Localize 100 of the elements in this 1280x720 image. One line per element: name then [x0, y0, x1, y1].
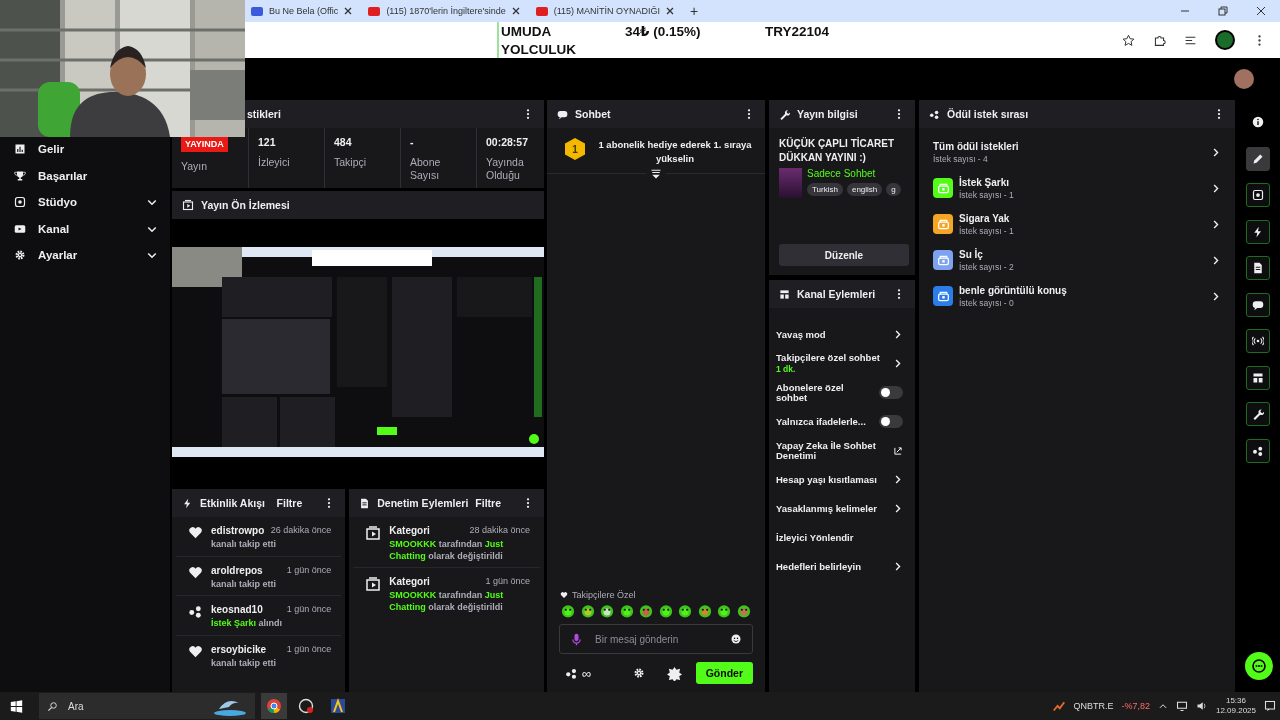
emote-icon[interactable] — [639, 604, 653, 618]
panel-title: Denetim Eylemleri — [377, 497, 469, 509]
rail-button[interactable] — [1245, 146, 1270, 171]
reward-row[interactable]: Sigara Yak İstek sayısı - 1 — [933, 208, 1221, 240]
event-text: SMOOKKK tarafından Just Chatting olarak değiştirildi — [389, 539, 505, 563]
sidebar-item[interactable]: Gelir — [0, 136, 170, 163]
filter-button[interactable]: Filtre — [276, 497, 303, 509]
search-field[interactable]: Ara — [39, 693, 255, 719]
ticker-name: UMUDA — [501, 23, 553, 39]
rail-button[interactable] — [1245, 292, 1270, 317]
emote-icon[interactable] — [678, 604, 692, 618]
notification-icon[interactable] — [1264, 700, 1276, 712]
windows-icon — [10, 699, 23, 713]
bolt-icon — [182, 497, 193, 509]
request-count: İstek sayısı - 1 — [959, 225, 1015, 236]
toggle-switch[interactable] — [879, 386, 903, 399]
action-item[interactable]: Takipçilere özel sohbet 1 dk. — [776, 349, 903, 378]
toggle-switch[interactable] — [879, 415, 903, 428]
rail-button[interactable] — [1245, 219, 1270, 244]
event-time: 28 dakika önce — [469, 525, 530, 536]
rail-button[interactable] — [1245, 183, 1270, 207]
reward-row[interactable]: İstek Şarkı İstek sayısı - 1 — [933, 172, 1221, 204]
emote-icon[interactable] — [736, 604, 751, 618]
rail-button[interactable] — [1245, 402, 1270, 426]
new-tab-button[interactable]: + — [684, 3, 705, 19]
network-icon[interactable] — [1175, 700, 1188, 712]
username[interactable]: aroldrepos — [211, 564, 263, 576]
sidebar-item[interactable]: Ayarlar — [0, 242, 170, 269]
info-icon — [1251, 116, 1264, 128]
event-text: kanalı takip etti — [211, 658, 278, 670]
stat-value: 121 — [258, 136, 277, 148]
emote-icon[interactable] — [561, 604, 575, 618]
nodes-icon — [565, 666, 578, 680]
tag-chip[interactable]: g — [886, 183, 901, 196]
emote-section-label: Takipçilere Özel — [572, 590, 636, 600]
rail-button[interactable] — [1245, 256, 1270, 280]
action-item[interactable]: Abonelere özel sohbet — [776, 378, 903, 407]
close-icon[interactable] — [511, 7, 520, 15]
profile-avatar[interactable] — [1215, 30, 1235, 50]
stat-label: Abone Sayısı — [410, 156, 442, 183]
browser-icon[interactable] — [261, 693, 287, 719]
browser-tab[interactable]: Bu Ne Bela (Offic — [245, 1, 359, 21]
username[interactable]: edistrowpo — [211, 525, 265, 536]
restore-icon[interactable] — [1218, 6, 1228, 16]
rail-button[interactable] — [1245, 438, 1270, 463]
stat-label: Yayında Olduğu — [486, 156, 525, 183]
action-item[interactable]: Hedefleri belirleyin — [776, 552, 903, 581]
sidebar-item[interactable]: Başarılar — [0, 162, 170, 189]
close-icon[interactable] — [344, 7, 353, 15]
filter-button[interactable]: Filtre — [475, 497, 501, 509]
chat-button[interactable] — [1245, 652, 1273, 680]
chat-icon — [1251, 298, 1264, 311]
username[interactable]: keosnad10 — [211, 604, 263, 616]
rail-button[interactable] — [1245, 329, 1270, 353]
sidebar-item[interactable]: Stüdyo — [0, 189, 170, 216]
microphone-icon — [570, 632, 583, 646]
reward-row[interactable]: Su İç İstek sayısı - 2 — [933, 244, 1221, 276]
tag-chip[interactable]: english — [846, 183, 883, 196]
reward-row[interactable]: benle görüntülü konuş İstek sayısı - 0 — [933, 280, 1221, 312]
action-item[interactable]: Yasaklanmış kelimeler — [776, 494, 903, 523]
action-item[interactable]: İzleyici Yönlendir — [776, 523, 903, 552]
close-icon[interactable] — [666, 7, 675, 15]
message-field[interactable]: Bir mesaj gönderin — [559, 624, 753, 654]
emote-icon[interactable] — [580, 604, 595, 618]
chat-icon — [1251, 658, 1267, 674]
heart-icon — [188, 525, 203, 540]
layout-icon — [779, 288, 790, 300]
emote-icon[interactable] — [619, 604, 634, 618]
username[interactable]: ersoybicike — [211, 644, 267, 656]
action-item[interactable]: Yalnızca ifadelerle... — [776, 407, 903, 436]
action-item[interactable]: Hesap yaşı kısıtlaması — [776, 465, 903, 494]
panel-title: Ödül istek sırası — [947, 108, 1030, 120]
message-input[interactable]: Bir mesaj gönderin — [593, 632, 720, 646]
send-button[interactable]: Gönder — [695, 662, 753, 684]
trophy-icon — [14, 169, 26, 182]
doc-icon — [1251, 262, 1264, 274]
ticker-price: TRY22104 — [765, 23, 831, 39]
action-item[interactable]: Yavaş mod — [776, 320, 903, 349]
action-item[interactable]: Yapay Zeka İle Sohbet Denetimi — [776, 436, 903, 465]
browser-tab[interactable]: (115) MANİTİN OYNADIĞI — [529, 1, 681, 21]
browser-tab[interactable]: (115) 1870'lerin İngiltere'sinde — [362, 1, 526, 21]
edit-button[interactable]: Düzenle — [779, 244, 909, 266]
emote-icon[interactable] — [717, 604, 731, 618]
emote-icon[interactable] — [600, 604, 614, 618]
event-time: 26 dakika önce — [270, 525, 332, 536]
star-icon — [1122, 33, 1135, 47]
emote-icon[interactable] — [697, 604, 712, 618]
close-icon[interactable] — [1256, 6, 1266, 16]
tag-chip[interactable]: Turkish — [807, 183, 843, 196]
rail-button[interactable] — [1245, 365, 1270, 390]
extensions-icon — [1153, 33, 1166, 47]
user-avatar[interactable] — [1234, 69, 1254, 89]
volume-icon[interactable] — [1195, 700, 1208, 712]
reward-row[interactable]: Tüm ödül istekleri İstek sayısı - 4 — [933, 136, 1221, 168]
chevron-up-icon[interactable] — [1157, 701, 1168, 711]
sidebar-item[interactable]: Kanal — [0, 215, 170, 242]
category-link[interactable]: Sadece Sohbet — [807, 168, 901, 179]
emote-icon[interactable] — [658, 604, 673, 618]
gear-icon — [14, 249, 26, 262]
video-icon — [365, 525, 382, 541]
